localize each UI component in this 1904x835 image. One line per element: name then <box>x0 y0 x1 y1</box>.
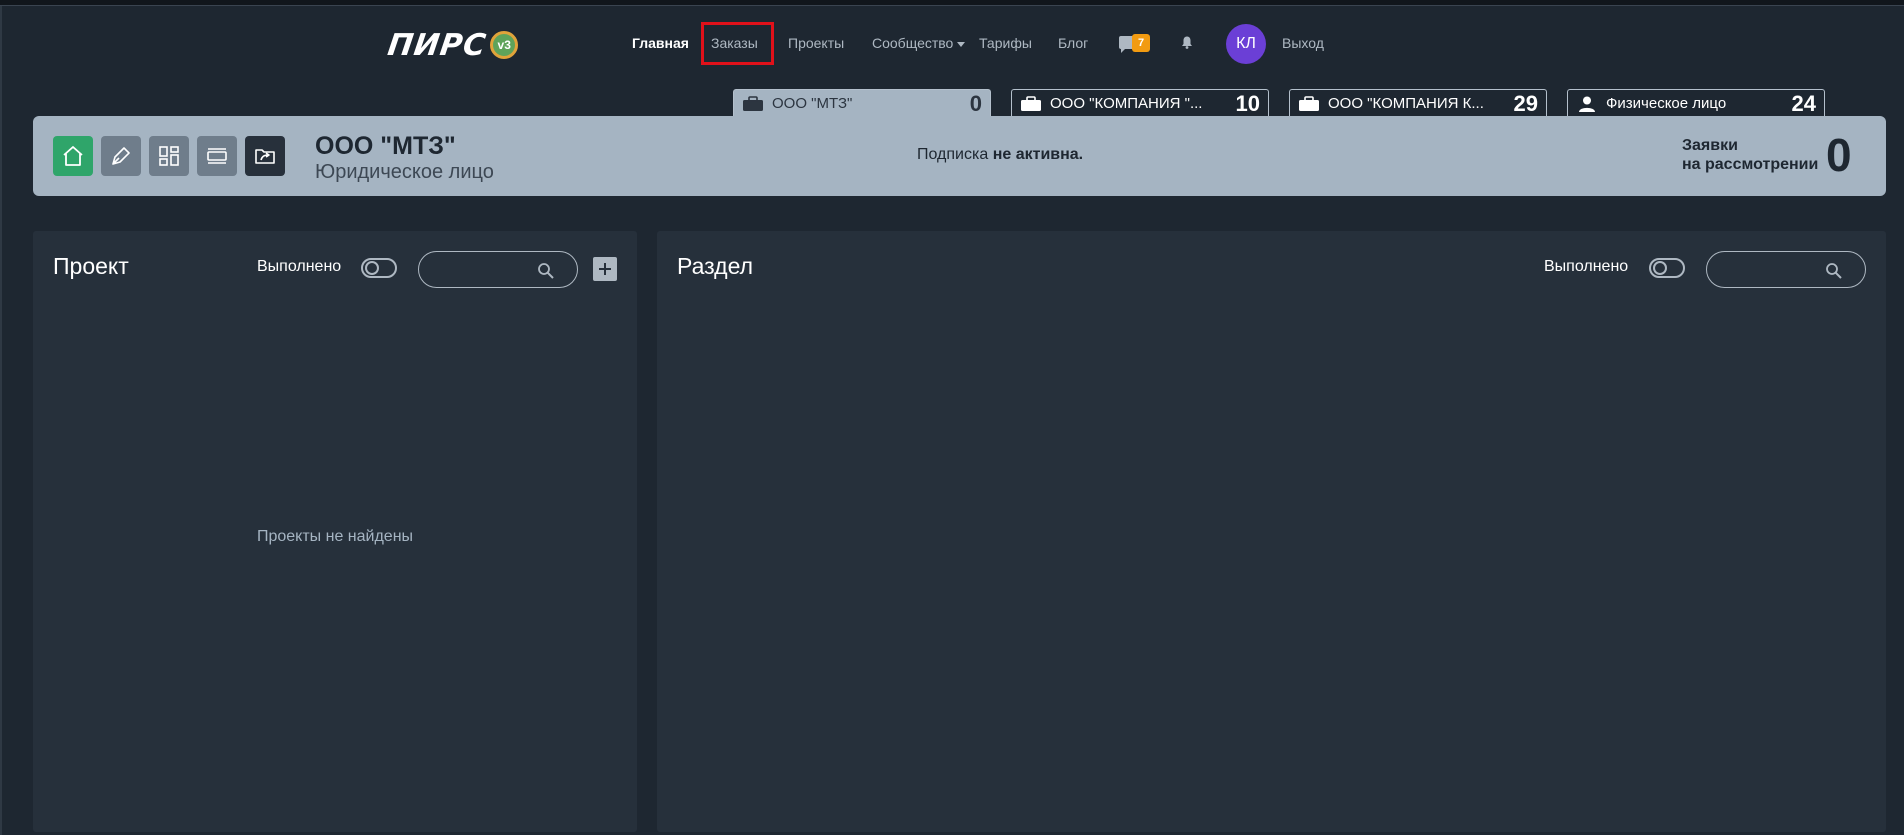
briefcase-icon <box>1021 95 1041 111</box>
section-done-toggle[interactable] <box>1649 258 1685 278</box>
layout-icon <box>207 148 227 164</box>
project-panel: Проект Выполнено Проекты не найдены <box>33 231 637 832</box>
section-search[interactable] <box>1706 251 1866 288</box>
requests-label-line2: на рассмотрении <box>1682 156 1819 173</box>
account-count: 24 <box>1791 90 1816 116</box>
nav-blog[interactable]: Блог <box>1058 32 1088 54</box>
logo[interactable]: ПИРС v3 <box>385 27 519 63</box>
nav-orders-highlight <box>701 22 774 65</box>
account-count: 0 <box>969 90 982 116</box>
folder-share-icon <box>255 149 275 164</box>
avatar[interactable]: КЛ <box>1226 24 1266 64</box>
nav-tariffs[interactable]: Тарифы <box>979 32 1032 54</box>
account-name: ООО "КОМПАНИЯ К... <box>1328 95 1484 112</box>
projects-empty-message: Проекты не найдены <box>256 528 414 545</box>
messages-badge: 7 <box>1132 34 1150 52</box>
section-done-label: Выполнено <box>1544 258 1629 275</box>
account-tab-mtz[interactable]: ООО "МТЗ" 0 <box>733 89 991 117</box>
company-type: Юридическое лицо <box>315 161 494 183</box>
logo-version-badge: v3 <box>490 31 519 59</box>
logout-link[interactable]: Выход <box>1282 32 1324 54</box>
grid-icon <box>159 146 179 166</box>
project-search[interactable] <box>418 251 578 288</box>
account-name: ООО "МТЗ" <box>772 95 853 112</box>
project-search-input[interactable] <box>433 260 533 280</box>
home-icon <box>63 146 83 166</box>
app-frame: ПИРС v3 Главная Заказы Проекты Сообществ… <box>0 6 1904 835</box>
add-project-button[interactable] <box>593 257 617 281</box>
share-folder-button[interactable] <box>245 136 285 176</box>
subscription-status: Подписка не активна. <box>917 146 1083 164</box>
search-icon <box>538 263 554 279</box>
nav-community[interactable]: Сообщество <box>872 32 966 54</box>
bell-icon[interactable] <box>1181 36 1193 49</box>
nav-projects[interactable]: Проекты <box>788 32 844 54</box>
subscription-value: не активна. <box>992 146 1084 163</box>
layout-button[interactable] <box>197 136 237 176</box>
chevron-down-icon <box>957 41 966 47</box>
briefcase-icon <box>1299 95 1319 111</box>
logo-text: ПИРС <box>385 27 489 63</box>
account-name: ООО "КОМПАНИЯ "... <box>1050 95 1203 112</box>
account-tab-individual[interactable]: Физическое лицо 24 <box>1567 89 1825 117</box>
person-icon <box>1579 96 1595 112</box>
home-button[interactable] <box>53 136 93 176</box>
nav-community-label: Сообщество <box>872 35 954 51</box>
dashboard-button[interactable] <box>149 136 189 176</box>
account-tab-company-1[interactable]: ООО "КОМПАНИЯ "... 10 <box>1011 89 1269 117</box>
requests-label-line1: Заявки <box>1682 137 1738 154</box>
section-panel-title: Раздел <box>677 253 754 279</box>
account-tab-company-2[interactable]: ООО "КОМПАНИЯ К... 29 <box>1289 89 1547 117</box>
section-panel: Раздел Выполнено <box>657 231 1886 832</box>
account-name: Физическое лицо <box>1606 95 1727 112</box>
pen-icon <box>112 147 130 165</box>
account-count: 10 <box>1235 90 1260 116</box>
project-panel-title: Проект <box>53 253 129 279</box>
briefcase-icon <box>743 95 763 111</box>
plus-icon <box>599 263 611 275</box>
nav-home[interactable]: Главная <box>632 32 689 54</box>
edit-button[interactable] <box>101 136 141 176</box>
requests-count: 0 <box>1826 129 1852 181</box>
requests-label: Заявки на рассмотрении <box>1682 136 1818 174</box>
account-count: 29 <box>1513 90 1538 116</box>
company-name: ООО "МТЗ" <box>315 132 456 160</box>
search-icon <box>1826 263 1842 279</box>
project-done-toggle[interactable] <box>361 258 397 278</box>
section-search-input[interactable] <box>1721 260 1821 280</box>
subscription-prefix: Подписка <box>917 146 993 163</box>
project-done-label: Выполнено <box>257 258 342 275</box>
company-bar: ООО "МТЗ" Юридическое лицо Подписка не а… <box>33 116 1886 196</box>
